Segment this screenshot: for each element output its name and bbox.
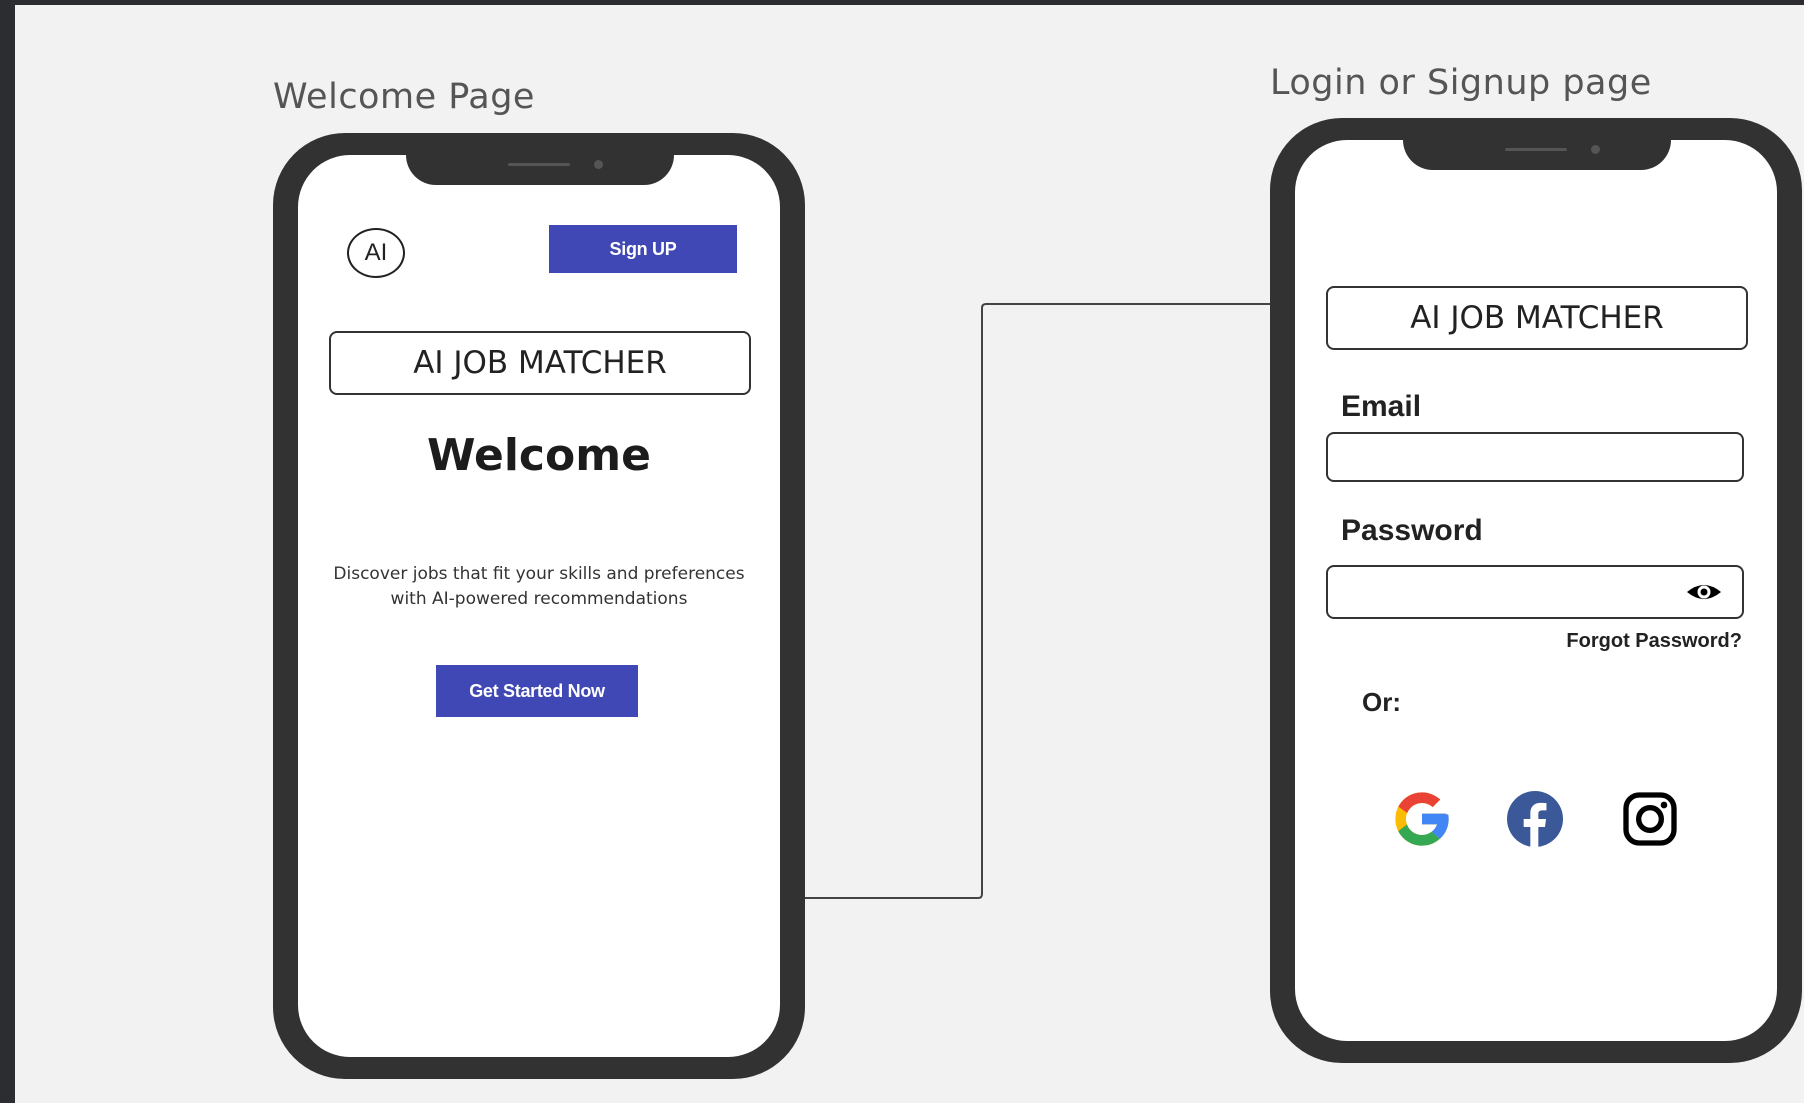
instagram-icon[interactable]: [1618, 787, 1682, 851]
login-phone: AI JOB MATCHER Email Password Forgot Pas…: [1270, 118, 1802, 1063]
login-page-title: Login or Signup page: [1270, 63, 1652, 103]
ai-logo: AI: [347, 228, 405, 278]
welcome-screen: AI Sign UP AI JOB MATCHER Welcome Discov…: [298, 155, 780, 1057]
diagram-canvas: Welcome Page AI Sign UP AI JOB MATCHER W…: [15, 5, 1804, 1103]
speaker: [1505, 148, 1567, 151]
welcome-description: Discover jobs that fit your skills and p…: [298, 562, 780, 612]
brand-box: AI JOB MATCHER: [329, 331, 751, 395]
sign-up-button[interactable]: Sign UP: [549, 225, 737, 273]
connector-line: [805, 303, 1280, 899]
camera: [594, 160, 603, 169]
eye-icon[interactable]: [1684, 580, 1724, 604]
password-label: Password: [1341, 514, 1483, 547]
welcome-heading: Welcome: [427, 430, 651, 481]
google-icon[interactable]: [1390, 787, 1454, 851]
email-label: Email: [1341, 390, 1422, 423]
get-started-button[interactable]: Get Started Now: [436, 665, 638, 717]
speaker: [508, 163, 570, 166]
welcome-page-title: Welcome Page: [273, 77, 535, 117]
email-field[interactable]: [1326, 432, 1744, 482]
login-screen: AI JOB MATCHER Email Password Forgot Pas…: [1295, 140, 1777, 1041]
brand-box: AI JOB MATCHER: [1326, 286, 1748, 350]
facebook-icon[interactable]: [1503, 787, 1567, 851]
camera: [1591, 145, 1600, 154]
password-field[interactable]: [1326, 565, 1744, 619]
description-line-1: Discover jobs that fit your skills and p…: [333, 564, 745, 584]
forgot-password-link[interactable]: Forgot Password?: [1475, 630, 1742, 653]
welcome-phone: AI Sign UP AI JOB MATCHER Welcome Discov…: [273, 133, 805, 1079]
or-label: Or:: [1362, 687, 1401, 717]
phone-notch: [1403, 140, 1671, 170]
phone-notch: [406, 155, 674, 185]
description-line-2: with AI-powered recommendations: [390, 589, 688, 609]
